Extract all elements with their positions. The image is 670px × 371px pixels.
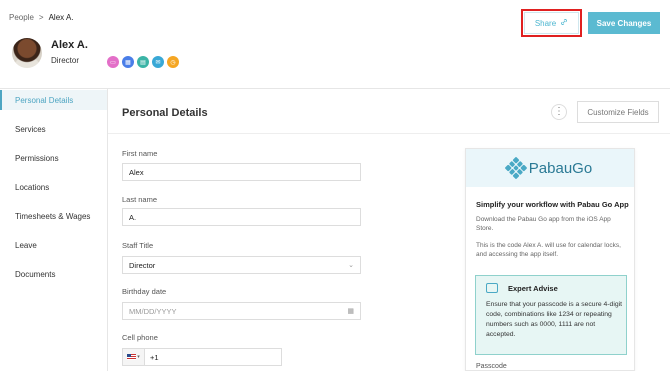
calendar-icon[interactable]: ▦ (122, 56, 134, 68)
birthday-placeholder: MM/DD/YYYY (129, 306, 177, 316)
inbox-icon[interactable]: ▭ (107, 56, 119, 68)
caret-down-icon: ▾ (137, 354, 140, 360)
sidebar-item-personal-details[interactable]: Personal Details (0, 90, 107, 110)
customize-fields-button[interactable]: Customize Fields (577, 101, 659, 123)
breadcrumb-current: Alex A. (48, 13, 74, 22)
link-icon (560, 18, 568, 28)
sidebar-item-timesheets[interactable]: Timesheets & Wages (0, 202, 107, 231)
promo-logo-text: PabauGo (528, 159, 593, 177)
clock-icon[interactable]: ◷ (167, 56, 179, 68)
sidebar-item-documents[interactable]: Documents (0, 260, 107, 289)
calculator-icon[interactable]: ▤ (137, 56, 149, 68)
breadcrumb: People > Alex A. (9, 13, 74, 22)
user-name: Alex A. (51, 39, 88, 51)
country-select[interactable]: ▾ (123, 349, 145, 365)
main-divider (108, 133, 670, 134)
staff-title-select[interactable]: Director ⌄ (122, 256, 361, 274)
section-title: Personal Details (122, 107, 208, 119)
save-changes-button[interactable]: Save Changes (588, 12, 660, 34)
sidebar: Personal Details Services Permissions Lo… (0, 88, 107, 289)
cell-phone-label: Cell phone (122, 333, 158, 342)
staff-title-label: Staff Title (122, 241, 154, 250)
promo-text-code: This is the code Alex A. will use for ca… (476, 242, 621, 258)
staff-title-value: Director (129, 260, 156, 270)
expert-advise-title: Expert Advise (508, 283, 558, 293)
promo-text-download: Download the Pabau Go app from the iOS A… (476, 216, 611, 232)
last-name-value: A. (129, 212, 137, 222)
sidebar-item-leave[interactable]: Leave (0, 231, 107, 260)
app-icons: ▭ ▦ ▤ ✉ ◷ (107, 56, 179, 68)
cell-phone-field[interactable]: ▾ +1 (122, 348, 282, 366)
sidebar-item-services[interactable]: Services (0, 115, 107, 144)
passcode-label: Passcode (476, 363, 507, 370)
chevron-down-icon: ⌄ (348, 262, 354, 269)
phone-code: +1 (150, 352, 159, 362)
share-label: Share (534, 18, 557, 28)
sidebar-item-permissions[interactable]: Permissions (0, 144, 107, 173)
last-name-field[interactable]: A. (122, 208, 361, 226)
sidebar-item-locations[interactable]: Locations (0, 173, 107, 202)
expert-advise-header: Expert Advise (486, 283, 558, 293)
first-name-value: Alex (129, 167, 144, 177)
calendar-icon[interactable]: ▦ (347, 307, 354, 315)
more-options-icon[interactable]: ⋮ (551, 104, 567, 120)
first-name-label: First name (122, 149, 158, 158)
pabau-go-card: PabauGo Simplify your workflow with Paba… (465, 148, 635, 371)
avatar (12, 38, 42, 68)
sidebar-divider (107, 88, 108, 371)
last-name-label: Last name (122, 195, 158, 204)
pabau-go-logo-icon (504, 156, 528, 180)
us-flag-icon (127, 354, 137, 360)
expert-advise-body: Ensure that your passcode is a secure 4-… (486, 301, 623, 338)
expert-advise-box: Expert Advise Ensure that your passcode … (475, 275, 627, 355)
user-role: Director (51, 56, 80, 65)
first-name-field[interactable]: Alex (122, 163, 361, 181)
advice-icon (486, 283, 498, 293)
breadcrumb-root[interactable]: People (9, 13, 34, 22)
promo-banner: PabauGo (466, 149, 634, 187)
breadcrumb-separator: > (38, 13, 44, 22)
share-button[interactable]: Share (524, 12, 579, 34)
birthday-field[interactable]: MM/DD/YYYY ▦ (122, 302, 361, 320)
promo-title: Simplify your workflow with Pabau Go App (476, 200, 629, 209)
mail-icon[interactable]: ✉ (152, 56, 164, 68)
birthday-label: Birthday date (122, 287, 167, 296)
